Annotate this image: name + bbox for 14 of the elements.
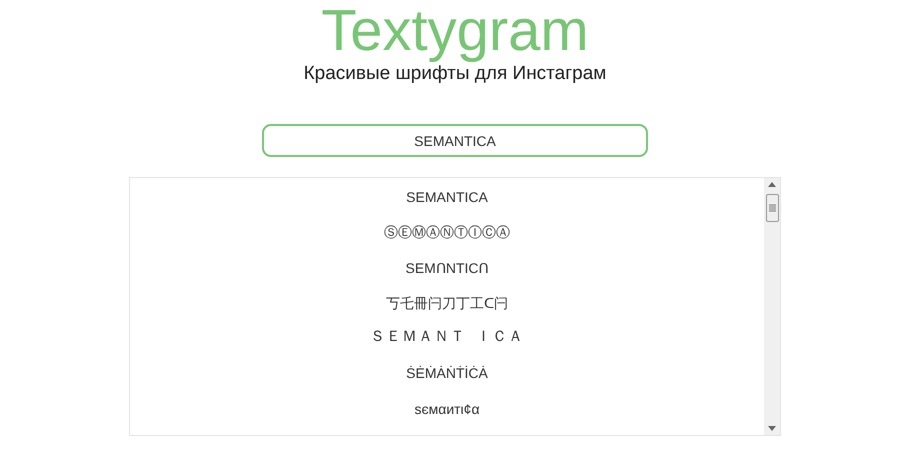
text-input[interactable]: SEMANTICA — [262, 124, 648, 157]
scroll-up-icon[interactable] — [768, 182, 776, 187]
logo: Textygram — [321, 2, 589, 60]
font-result[interactable]: ṠĖṀȦṄṪİĊȦ — [406, 364, 488, 400]
tagline: Красивые шрифты для Инстаграм — [304, 63, 606, 85]
scroll-down-icon[interactable] — [768, 426, 776, 431]
font-result[interactable]: SEMᑎNTICᑎ — [406, 258, 488, 294]
font-result[interactable]: ѕємαитι¢α — [414, 400, 480, 435]
font-result[interactable]: 丂乇冊闩刀丁工ᑕ闩 — [386, 294, 508, 330]
font-result[interactable]: ＳＥＭＡＮＴ ＩＣＡ — [370, 329, 524, 364]
scrollbar[interactable] — [764, 178, 780, 435]
font-result[interactable]: SEMANTICA — [406, 188, 488, 224]
scroll-thumb[interactable] — [766, 194, 778, 222]
font-result[interactable]: ⓈⒺⓂⒶⓃⓉⒾⒸⒶ — [384, 223, 510, 259]
